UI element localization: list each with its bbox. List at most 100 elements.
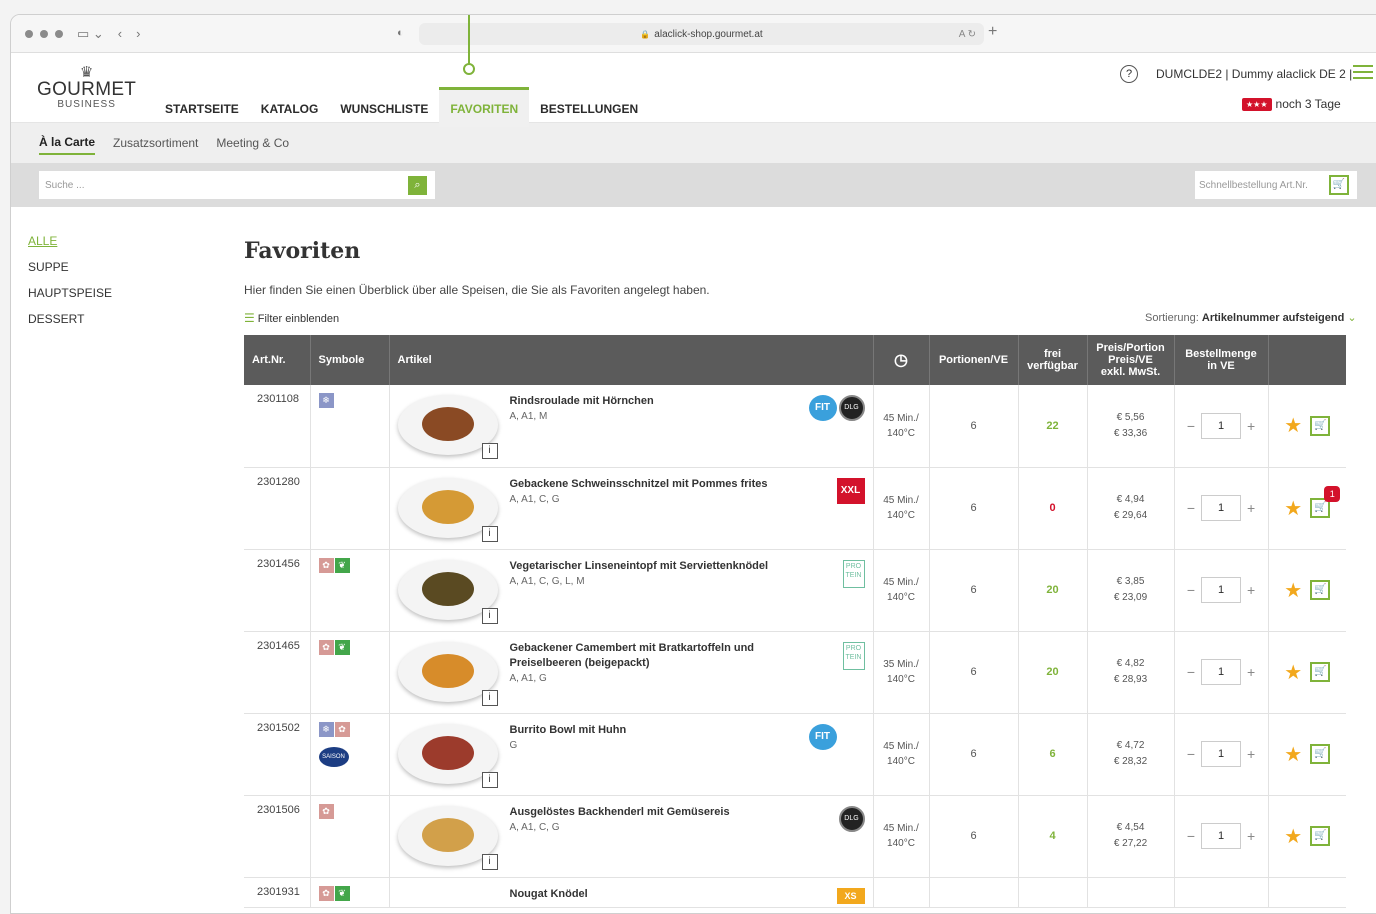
quantity-input[interactable]: 1	[1201, 495, 1241, 521]
gourmet-logo[interactable]: ♛ GOURMET BUSINESS	[37, 63, 136, 110]
favorite-star-icon[interactable]: ★	[1284, 744, 1302, 766]
add-to-cart-button[interactable]: 🛒	[1310, 580, 1331, 600]
price-cell: € 4,94 € 29,64	[1087, 467, 1175, 550]
minus-button[interactable]: −	[1187, 746, 1195, 762]
sidebar-item-dessert[interactable]: DESSERT	[28, 312, 112, 326]
article-name[interactable]: Rindsroulade mit Hörnchen A, A1, M	[510, 394, 820, 424]
quantity-input[interactable]: 1	[1201, 741, 1241, 767]
art-nr: 2301108	[244, 385, 311, 468]
add-to-cart-button[interactable]: 🛒	[1310, 826, 1331, 846]
sort-value: Artikelnummer aufsteigend	[1201, 312, 1345, 324]
quantity-input[interactable]: 1	[1201, 659, 1241, 685]
nav-startseite[interactable]: STARTSEITE	[154, 87, 250, 127]
nav-bestellungen[interactable]: BESTELLUNGEN	[529, 87, 649, 127]
info-icon[interactable]: i	[481, 443, 498, 459]
favorite-star-icon[interactable]: ★	[1284, 826, 1302, 848]
info-icon[interactable]: i	[481, 607, 498, 624]
actions-cell: ★ 🛒	[1268, 795, 1346, 878]
col-artikel[interactable]: Artikel	[389, 335, 874, 385]
sort-dropdown[interactable]: Sortierung: Artikelnummer aufsteigend ⌄	[1145, 311, 1357, 324]
quantity-input[interactable]: 1	[1201, 823, 1241, 849]
nav-katalog[interactable]: KATALOG	[250, 87, 330, 127]
plus-button[interactable]: +	[1247, 582, 1255, 598]
col-frei: frei verfügbar	[1018, 335, 1088, 385]
article-name[interactable]: Vegetarischer Linseneintopf mit Serviett…	[510, 559, 820, 589]
nav-favoriten[interactable]: FAVORITEN	[439, 87, 530, 127]
meat-icon: ✿	[318, 885, 334, 901]
article-name[interactable]: Ausgelöstes Backhenderl mit Gemüsereis A…	[510, 805, 820, 835]
privacy-shield-icon[interactable]: ◐	[397, 27, 404, 39]
nav-wunschliste[interactable]: WUNSCHLISTE	[329, 87, 439, 127]
help-icon[interactable]: ?	[1120, 65, 1138, 83]
leaf-icon: ❦	[334, 557, 350, 573]
sidebar-item-alle[interactable]: ALLE	[28, 234, 112, 248]
subnav-zusatzsortiment[interactable]: Zusatzsortiment	[113, 132, 198, 154]
browser-toolbar: ▭ ⌄ ‹ › ◐ 🔒 alaclick-shop.gourmet.at A ↻…	[11, 15, 1376, 53]
sidebar-item-hauptspeise[interactable]: HAUPTSPEISE	[28, 286, 112, 300]
favorite-star-icon[interactable]: ★	[1284, 580, 1302, 602]
info-icon[interactable]: i	[481, 689, 498, 706]
search-input[interactable]: Suche ... ⌕	[39, 171, 435, 199]
quantity-input[interactable]: 1	[1201, 577, 1241, 603]
trial-status: ★★★ noch 3 Tage	[1242, 97, 1341, 111]
minus-button[interactable]: −	[1187, 664, 1195, 680]
quick-order-input[interactable]: Schnellbestellung Art.Nr. 🛒	[1195, 171, 1357, 199]
plus-button[interactable]: +	[1247, 828, 1255, 844]
col-artnr[interactable]: Art.Nr.	[244, 335, 311, 385]
article-cell: i Rindsroulade mit Hörnchen A, A1, M FIT…	[389, 385, 874, 468]
search-icon[interactable]: ⌕	[408, 175, 427, 195]
article-name[interactable]: Nougat Knödel	[510, 887, 820, 902]
subnav-meeting[interactable]: Meeting & Co	[216, 132, 289, 154]
user-account[interactable]: DUMCLDE2 | Dummy alaclick DE 2 |	[1156, 67, 1352, 81]
xs-logo-icon: XS	[836, 887, 865, 904]
plus-button[interactable]: +	[1247, 500, 1255, 516]
col-actions	[1268, 335, 1346, 385]
favorite-star-icon[interactable]: ★	[1284, 498, 1302, 520]
article-name[interactable]: Gebackener Camembert mit Bratkartoffeln …	[510, 641, 820, 686]
portions: 6	[929, 549, 1019, 632]
availability: 0	[1018, 467, 1088, 550]
meat-icon: ✿	[334, 721, 350, 737]
info-icon[interactable]: i	[481, 853, 498, 870]
info-icon[interactable]: i	[481, 525, 498, 542]
info-icon[interactable]: i	[481, 771, 498, 788]
allergen-codes: A, A1, C, G, L, M	[509, 575, 585, 587]
favorite-star-icon[interactable]: ★	[1284, 415, 1302, 437]
search-placeholder: Suche ...	[45, 179, 85, 191]
article-name[interactable]: Burrito Bowl mit Huhn G	[510, 723, 820, 753]
quantity-cell: −1 +	[1174, 385, 1269, 468]
window-controls[interactable]	[25, 29, 63, 38]
new-tab-icon[interactable]: +	[988, 23, 997, 41]
filter-toggle[interactable]: ☰ Filter einblenden	[244, 311, 339, 325]
minus-button[interactable]: −	[1187, 828, 1195, 844]
subnav-a-la-carte[interactable]: À la Carte	[39, 131, 96, 155]
translate-reload-icons[interactable]: A ↻	[959, 29, 976, 40]
plus-button[interactable]: +	[1247, 664, 1255, 680]
symbols-cell: ❄ ✿ SAISON	[310, 713, 390, 796]
address-bar[interactable]: 🔒 alaclick-shop.gourmet.at A ↻	[419, 23, 984, 45]
sidebar-item-suppe[interactable]: SUPPE	[28, 260, 112, 274]
add-to-cart-button[interactable]: 🛒	[1310, 744, 1331, 764]
sidebar-toggle-icon[interactable]: ▭ ⌄	[77, 26, 104, 42]
minus-button[interactable]: −	[1187, 582, 1195, 598]
add-to-cart-button[interactable]: 🛒	[1310, 415, 1331, 436]
add-to-cart-button[interactable]: 🛒 1	[1310, 486, 1341, 518]
minus-button[interactable]: −	[1187, 418, 1195, 434]
minus-button[interactable]: −	[1187, 500, 1195, 516]
plus-button[interactable]: +	[1247, 746, 1255, 762]
symbols-cell: ✿ ❦	[310, 549, 390, 632]
cook-time: 45 Min./140°C	[873, 467, 930, 550]
pro-logo-icon: PRO TEIN	[842, 559, 865, 588]
table-row: 2301502 ❄ ✿ SAISON i Burrito Bowl mit Huhn…	[244, 713, 1346, 796]
favorite-star-icon[interactable]: ★	[1284, 662, 1302, 684]
plus-button[interactable]: +	[1247, 418, 1255, 434]
quick-order-cart-icon[interactable]: 🛒	[1329, 175, 1349, 195]
forward-icon[interactable]: ›	[136, 26, 140, 41]
meat-icon: ✿	[318, 557, 334, 573]
cook-time: 45 Min./140°C	[873, 713, 930, 796]
menu-icon[interactable]	[1353, 65, 1373, 83]
quantity-input[interactable]: 1	[1201, 412, 1241, 439]
back-icon[interactable]: ‹	[118, 26, 122, 41]
article-name[interactable]: Gebackene Schweinsschnitzel mit Pommes f…	[510, 477, 820, 507]
add-to-cart-button[interactable]: 🛒	[1310, 662, 1331, 682]
